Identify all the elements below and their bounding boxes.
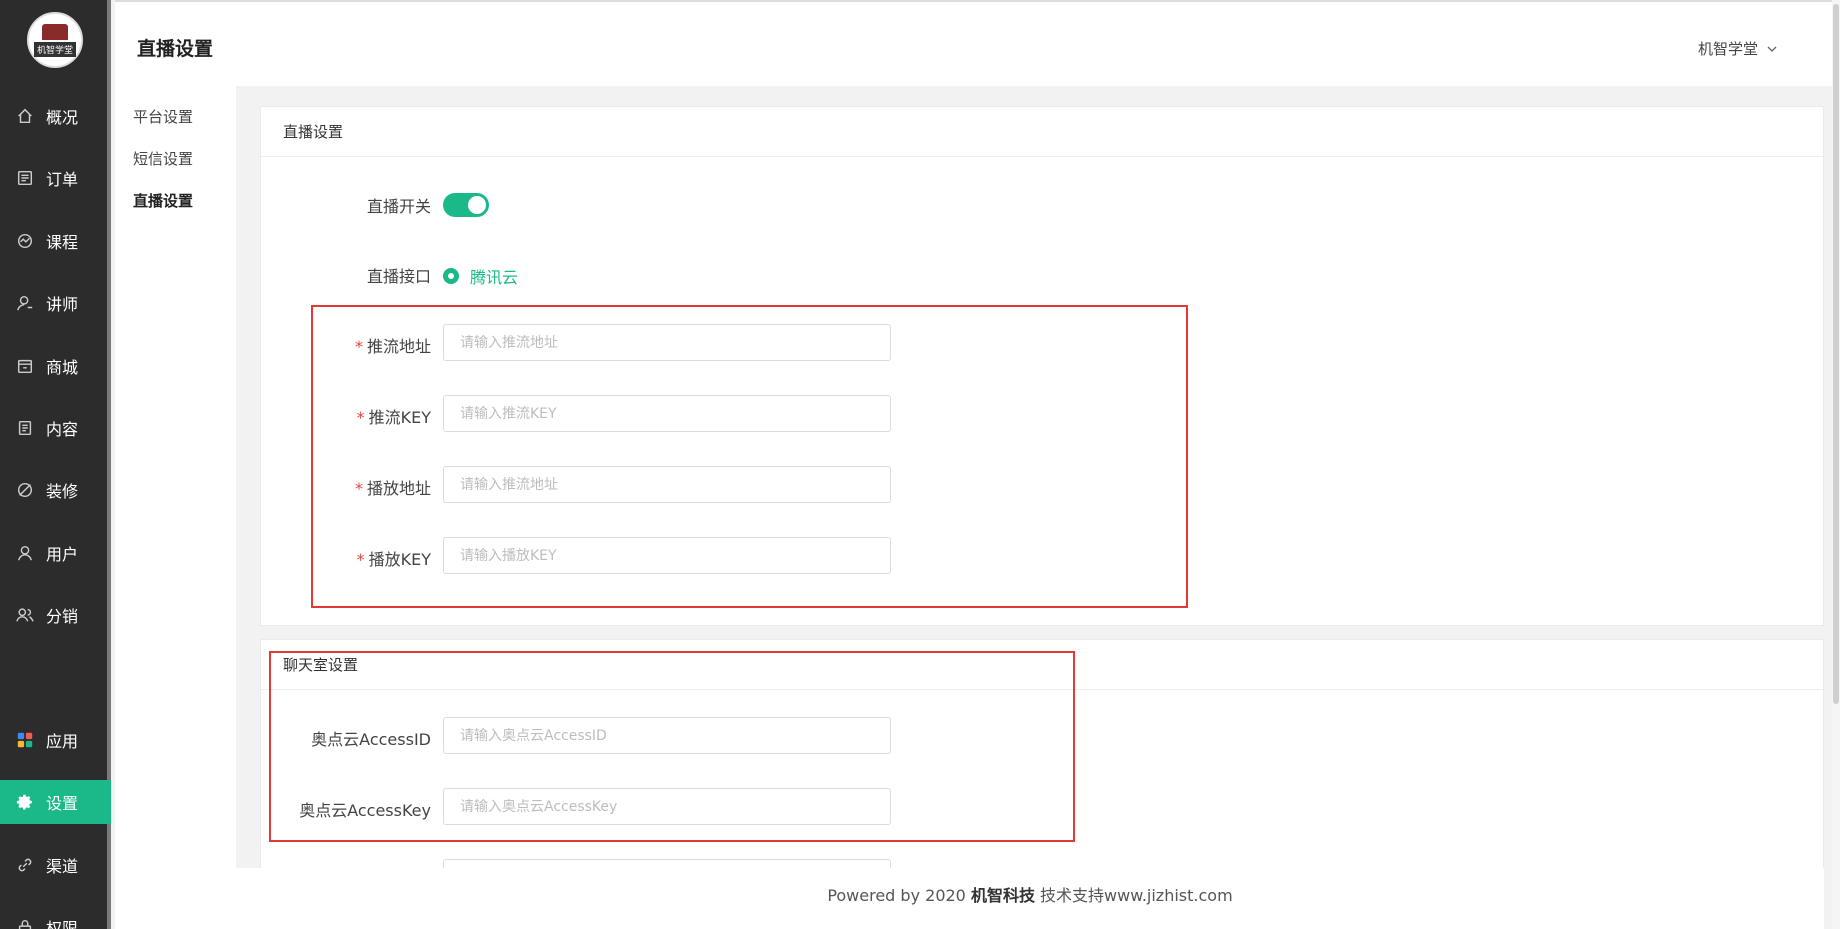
- logo-text: 机智学堂: [33, 41, 76, 57]
- sidebar-item-label: 课程: [46, 233, 79, 252]
- play-url-label: * 播放地址: [354, 479, 431, 498]
- sidebar-item-store[interactable]: 商城: [0, 344, 111, 388]
- settings-subnav: 平台设置 短信设置 直播设置: [115, 86, 236, 929]
- sidebar-item-label: 订单: [46, 170, 79, 189]
- required-mark: *: [356, 408, 365, 427]
- required-mark: *: [356, 550, 365, 569]
- course-icon: [15, 231, 35, 251]
- sidebar-item-orders[interactable]: 订单: [0, 156, 111, 200]
- user-menu[interactable]: 机智学堂: [1698, 38, 1778, 59]
- live-switch-toggle[interactable]: [443, 193, 489, 217]
- access-key-label: 奥点云AccessKey: [299, 801, 431, 820]
- sidebar-item-decorate[interactable]: 装修: [0, 468, 111, 512]
- gear-icon: [15, 792, 35, 812]
- interface-radio-tencent[interactable]: 腾讯云: [443, 264, 518, 288]
- subnav-sms-settings[interactable]: 短信设置: [133, 148, 193, 169]
- push-key-label: * 推流KEY: [356, 408, 431, 427]
- teacher-icon: [15, 293, 35, 313]
- decorate-icon: [15, 480, 35, 500]
- sidebar-item-overview[interactable]: 概况: [0, 94, 111, 138]
- sidebar-item-label: 装修: [46, 482, 79, 501]
- access-key-input[interactable]: [443, 788, 891, 825]
- sidebar-item-content[interactable]: 内容: [0, 406, 111, 450]
- top-header: 直播设置 机智学堂: [115, 0, 1840, 86]
- subnav-live-settings[interactable]: 直播设置: [133, 190, 193, 211]
- content-icon: [15, 418, 35, 438]
- page-title: 直播设置: [137, 38, 214, 60]
- play-key-label: * 播放KEY: [356, 550, 431, 569]
- link-icon: [15, 855, 35, 875]
- crown-icon: [42, 23, 68, 40]
- play-url-input[interactable]: [443, 466, 891, 503]
- sidebar-item-label: 内容: [46, 420, 79, 439]
- apps-icon: [15, 730, 35, 750]
- footer-prefix: Powered by 2020: [827, 886, 971, 905]
- distribution-icon: [15, 605, 35, 625]
- sidebar-item-label: 概况: [46, 108, 79, 127]
- page-scrollbar[interactable]: [1832, 0, 1840, 929]
- sidebar-item-label: 应用: [46, 732, 79, 751]
- live-settings-card: 直播设置 直播开关 直播接口 腾讯云 *推流地址 *推流KEY *播放地址 *播…: [260, 106, 1824, 626]
- sidebar-item-permissions[interactable]: 权限: [0, 905, 111, 929]
- live-interface-label: 直播接口: [366, 267, 431, 286]
- sidebar-item-teachers[interactable]: 讲师: [0, 281, 111, 325]
- sidebar-item-distribution[interactable]: 分销: [0, 593, 111, 637]
- radio-label: 腾讯云: [470, 268, 519, 287]
- home-icon: [15, 106, 35, 126]
- user-name: 机智学堂: [1697, 40, 1758, 58]
- play-key-input[interactable]: [443, 537, 891, 574]
- sidebar-item-label: 商城: [46, 358, 79, 377]
- footer-company: 机智科技: [970, 886, 1035, 905]
- user-icon: [15, 543, 35, 563]
- required-mark: *: [354, 479, 363, 498]
- card-title: 直播设置: [261, 107, 1823, 157]
- sidebar-item-courses[interactable]: 课程: [0, 219, 111, 263]
- access-id-input[interactable]: [443, 717, 891, 754]
- permission-icon: [15, 917, 35, 929]
- sidebar-item-label: 讲师: [46, 295, 79, 314]
- live-switch-label: 直播开关: [366, 197, 431, 216]
- sidebar-item-label: 权限: [46, 919, 79, 929]
- sidebar-item-label: 用户: [46, 545, 79, 564]
- push-url-label: * 推流地址: [354, 337, 431, 356]
- sidebar-item-label: 渠道: [46, 857, 79, 876]
- sidebar-item-label: 分销: [46, 607, 79, 626]
- chat-settings-card: 聊天室设置 奥点云AccessID 奥点云AccessKey: [260, 639, 1824, 896]
- toggle-knob: [468, 196, 486, 214]
- subnav-platform-settings[interactable]: 平台设置: [133, 106, 193, 127]
- push-url-input[interactable]: [443, 324, 891, 361]
- app-logo[interactable]: 机智学堂: [27, 12, 83, 68]
- store-icon: [15, 356, 35, 376]
- sidebar-item-label: 设置: [46, 794, 79, 813]
- scrollbar-thumb[interactable]: [1833, 4, 1839, 704]
- sidebar-item-channels[interactable]: 渠道: [0, 843, 111, 887]
- required-mark: *: [354, 337, 363, 356]
- footer-suffix: 技术支持www.jizhist.com: [1034, 886, 1233, 905]
- sidebar: 机智学堂 概况 订单 课程 讲师 商城 内容 装修 用户 分销 应用 设置 渠道…: [0, 0, 111, 929]
- push-key-input[interactable]: [443, 395, 891, 432]
- sidebar-item-settings[interactable]: 设置: [0, 780, 111, 824]
- access-id-label: 奥点云AccessID: [311, 730, 431, 749]
- order-icon: [15, 168, 35, 188]
- page-footer: Powered by 2020 机智科技 技术支持www.jizhist.com: [236, 868, 1824, 929]
- chevron-down-icon: [1767, 46, 1777, 52]
- sidebar-item-users[interactable]: 用户: [0, 531, 111, 575]
- sidebar-item-apps[interactable]: 应用: [0, 718, 111, 762]
- radio-selected-icon: [443, 268, 459, 284]
- card-title: 聊天室设置: [261, 640, 1823, 690]
